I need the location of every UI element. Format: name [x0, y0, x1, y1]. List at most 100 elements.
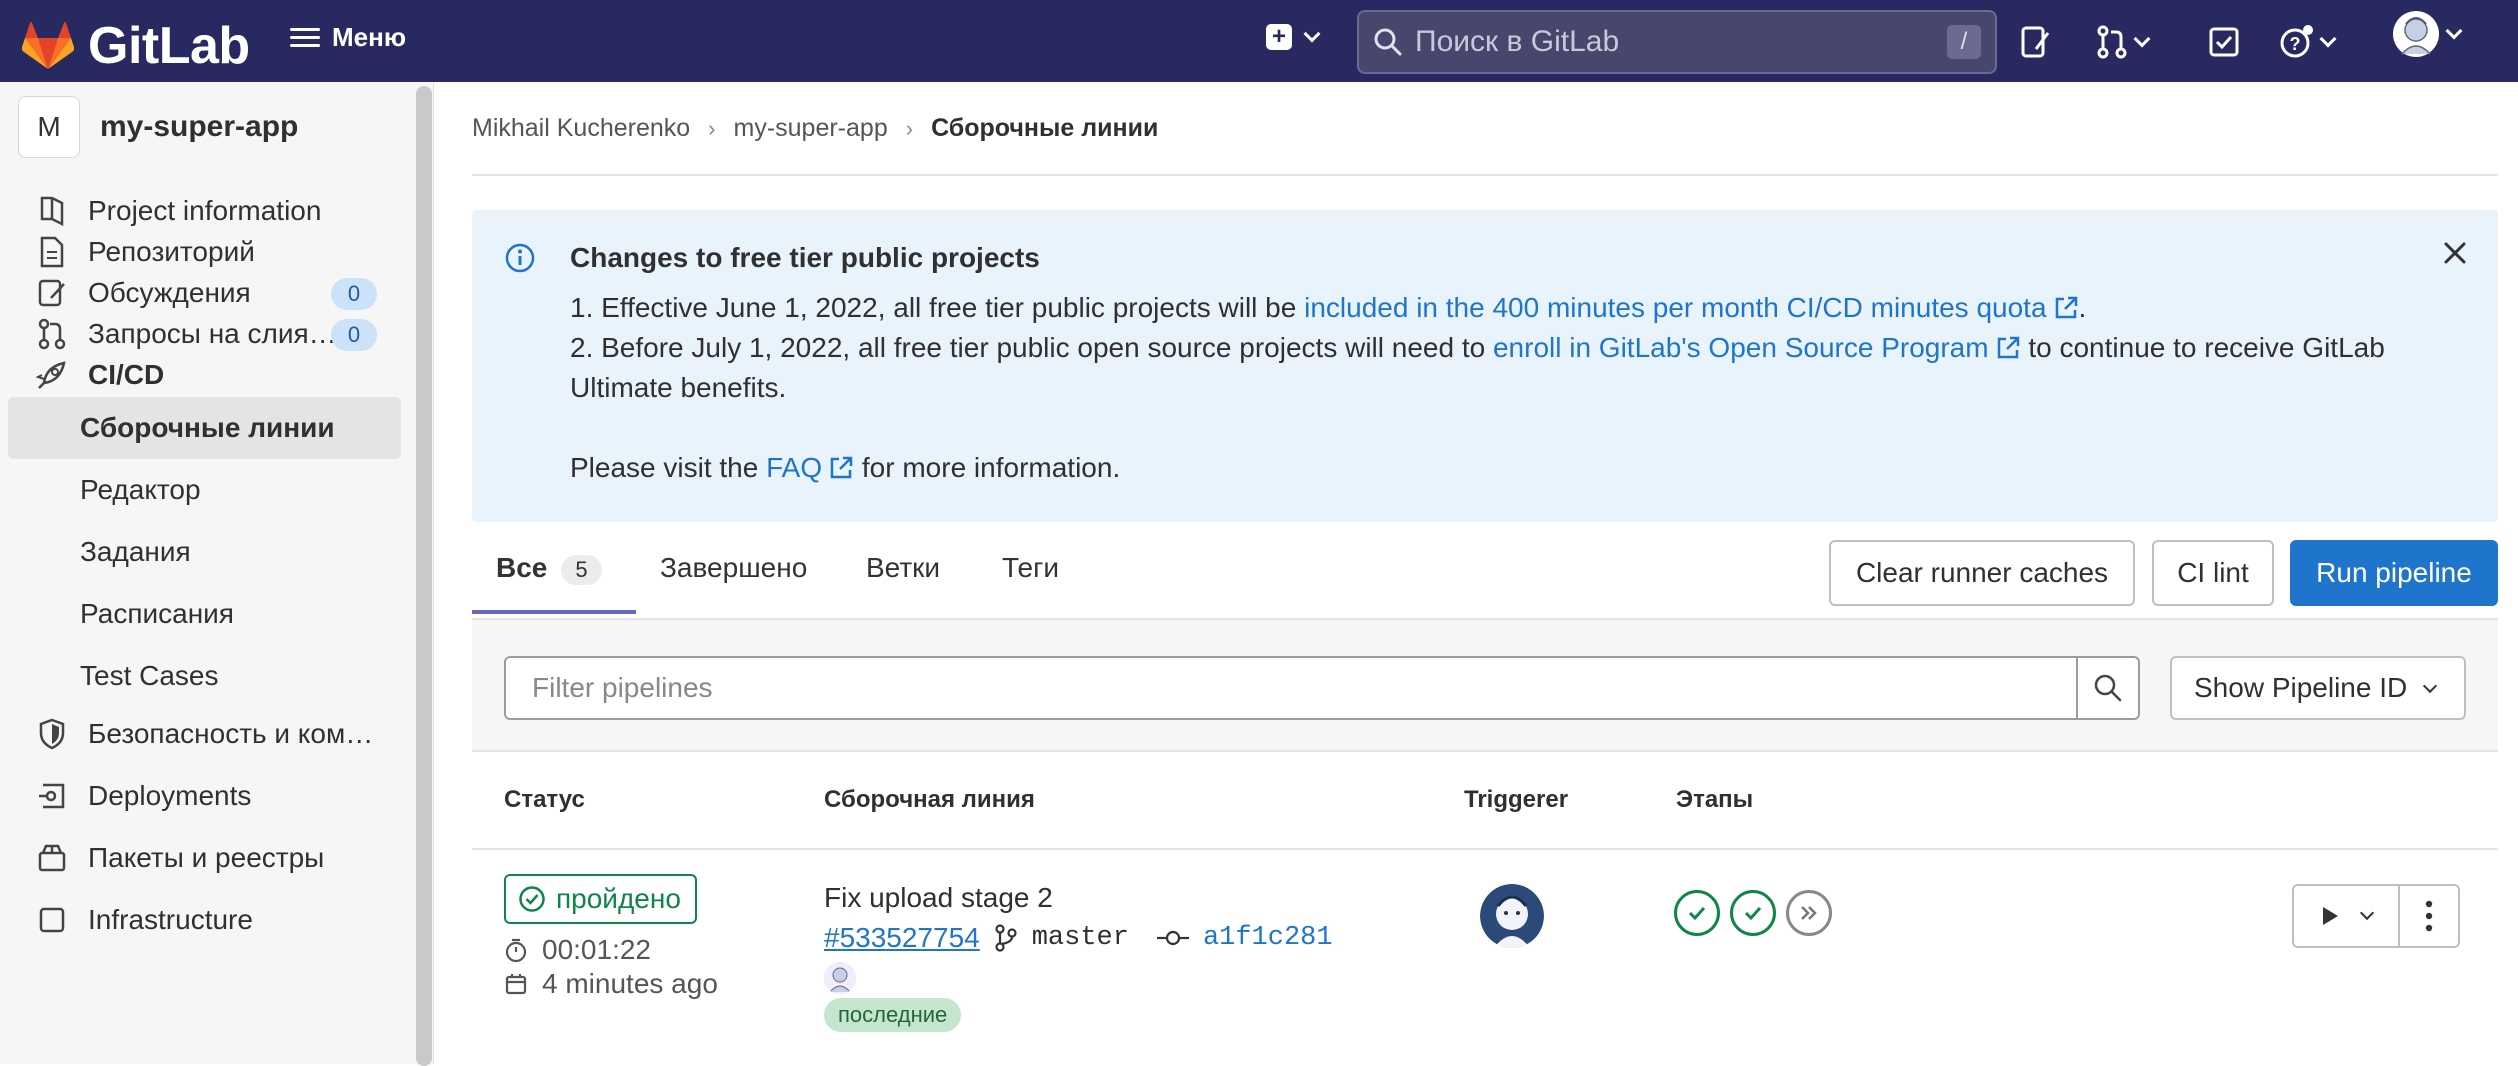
branch-icon: [995, 924, 1017, 952]
pipeline-more-actions-button[interactable]: [2398, 884, 2460, 948]
sidebar-item-schedules[interactable]: Расписания: [8, 583, 401, 645]
project-header[interactable]: M my-super-app: [18, 96, 298, 158]
search-input[interactable]: Поиск в GitLab: [1415, 25, 1619, 59]
sidebar-item-pipelines[interactable]: Сборочные линии: [8, 397, 401, 459]
project-avatar: M: [18, 96, 80, 158]
main-menu-button[interactable]: Меню: [290, 22, 406, 53]
rocket-icon: [32, 359, 72, 391]
alert-line-3: Please visit the FAQ for more informatio…: [570, 448, 2450, 488]
alert-line-1: 1. Effective June 1, 2022, all free tier…: [570, 288, 2450, 328]
triggerer-avatar[interactable]: [1480, 884, 1544, 948]
breadcrumb-current[interactable]: Сборочные линии: [931, 114, 1158, 143]
finished-value: 4 minutes ago: [542, 968, 718, 999]
global-search-box[interactable]: Поиск в GitLab /: [1357, 10, 1997, 74]
sidebar-item-label: Deployments: [88, 780, 252, 811]
sidebar-item-label: CI/CD: [88, 359, 165, 390]
sidebar-scrollbar[interactable]: [416, 86, 432, 1066]
sidebar-item-label: Задания: [80, 536, 191, 567]
clear-runner-caches-button[interactable]: Clear runner caches: [1829, 540, 2135, 606]
run-manual-job-button[interactable]: [2292, 884, 2400, 948]
top-navbar: GitLab Меню + Поиск в GitLab / ?: [0, 0, 2518, 82]
sidebar-item-label: Пакеты и реестры: [88, 842, 325, 873]
hamburger-icon: [290, 23, 320, 52]
user-avatar-icon: [2393, 11, 2439, 57]
pipeline-id-link[interactable]: #533527754: [824, 922, 980, 954]
latest-badge: последние: [824, 998, 962, 1032]
branch-name[interactable]: master: [1032, 923, 1129, 953]
tab-label: Все: [496, 552, 548, 583]
help-icon: ?: [2280, 25, 2313, 58]
run-pipeline-button[interactable]: Run pipeline: [2290, 540, 2498, 606]
calendar-icon: [505, 974, 527, 995]
pipeline-duration: 00:01:22: [504, 934, 651, 966]
column-header-triggerer: Triggerer: [1464, 786, 1569, 813]
help-button[interactable]: ?: [2280, 24, 2337, 60]
create-new-button[interactable]: +: [1266, 24, 1321, 50]
divider: [472, 174, 2498, 176]
quota-link-label: included in the 400 minutes per month CI…: [1304, 292, 2047, 323]
quota-link[interactable]: included in the 400 minutes per month CI…: [1304, 292, 2078, 323]
package-icon: [32, 843, 72, 873]
open-source-link-label: enroll in GitLab's Open Source Program: [1492, 332, 1989, 363]
stage-passed-status[interactable]: [1674, 890, 1720, 936]
tab-finished[interactable]: Завершено: [660, 552, 807, 584]
project-sidebar: M my-super-app Project information Репоз…: [0, 82, 434, 1066]
sidebar-item-deployments[interactable]: Deployments: [8, 765, 401, 827]
dropdown-label: Show Pipeline ID: [2194, 672, 2408, 703]
sidebar-item-security[interactable]: Безопасность и ком…: [8, 703, 401, 765]
faq-link[interactable]: FAQ: [766, 452, 854, 483]
sidebar-item-infrastructure[interactable]: Infrastructure: [8, 889, 401, 951]
issues-icon: [2021, 26, 2050, 58]
tab-all[interactable]: Все 5: [496, 552, 602, 585]
stage-skipped-status[interactable]: [1786, 890, 1832, 936]
tab-count-badge: 5: [561, 555, 602, 585]
sidebar-item-editor[interactable]: Редактор: [8, 459, 401, 521]
free-tier-alert: Changes to free tier public projects 1. …: [472, 210, 2498, 522]
filter-pipelines-input[interactable]: Filter pipelines: [504, 656, 2078, 720]
pipeline-finished-time: 4 minutes ago: [504, 968, 718, 1000]
breadcrumb-user[interactable]: Mikhail Kucherenko: [472, 114, 690, 143]
sidebar-item-jobs[interactable]: Задания: [8, 521, 401, 583]
merge-requests-shortcut-button[interactable]: [2096, 24, 2151, 60]
external-link-icon: [2055, 296, 2077, 319]
gitlab-wordmark: GitLab: [88, 17, 250, 75]
chevron-down-icon: [2423, 678, 2438, 694]
info-circle-icon: [505, 243, 535, 273]
shield-icon: [32, 718, 72, 750]
stage-passed-status[interactable]: [1730, 890, 1776, 936]
skipped-double-chevron-icon: [1801, 906, 1817, 920]
tab-branches[interactable]: Ветки: [866, 552, 940, 584]
open-source-program-link[interactable]: enroll in GitLab's Open Source Program: [1493, 332, 2021, 363]
tab-tags[interactable]: Теги: [1002, 552, 1059, 584]
sidebar-item-label: Test Cases: [80, 660, 219, 691]
user-menu-button[interactable]: [2392, 11, 2463, 57]
external-link-icon: [1997, 336, 2019, 359]
pipeline-commit-title[interactable]: Fix upload stage 2: [824, 882, 1053, 914]
commit-sha-link[interactable]: a1f1c281: [1203, 923, 1333, 953]
timer-icon: [505, 938, 527, 963]
faq-link-label: FAQ: [766, 452, 823, 483]
ci-lint-button[interactable]: CI lint: [2152, 540, 2274, 606]
sidebar-item-test-cases[interactable]: Test Cases: [8, 645, 401, 707]
sidebar-item-label: Сборочные линии: [80, 412, 335, 443]
project-name: my-super-app: [100, 110, 299, 143]
pipeline-status-badge[interactable]: пройдено: [504, 874, 697, 924]
close-icon[interactable]: [2442, 240, 2468, 266]
play-icon: [2323, 907, 2338, 925]
kebab-menu-icon: [2425, 900, 2433, 932]
issues-shortcut-button[interactable]: [2020, 24, 2052, 60]
menu-label: Меню: [332, 22, 407, 52]
alert-text: .: [2078, 292, 2087, 323]
todos-button[interactable]: [2208, 24, 2240, 60]
breadcrumb-project[interactable]: my-super-app: [734, 114, 888, 143]
pipeline-id-type-dropdown[interactable]: Show Pipeline ID: [2170, 656, 2466, 720]
filter-search-button[interactable]: [2076, 656, 2140, 720]
sidebar-item-packages[interactable]: Пакеты и реестры: [8, 827, 401, 889]
gitlab-logo[interactable]: GitLab: [22, 16, 250, 76]
deployments-icon: [32, 781, 72, 811]
alert-text: for more information.: [854, 452, 1121, 483]
status-label: пройдено: [556, 883, 681, 914]
commit-author-avatar[interactable]: [824, 962, 856, 994]
check-icon: [1744, 906, 1762, 921]
search-shortcut-key: /: [1947, 25, 1981, 59]
